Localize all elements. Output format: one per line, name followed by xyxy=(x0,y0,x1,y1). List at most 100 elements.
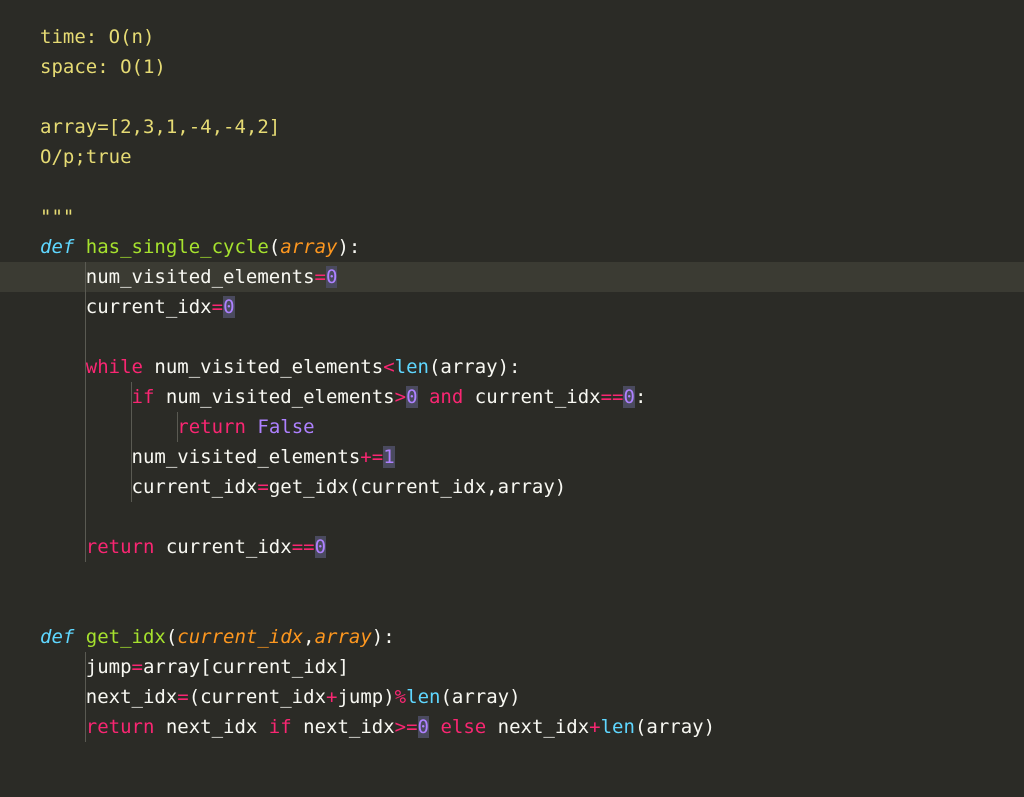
code-token: else xyxy=(440,716,486,738)
code-token: 0 xyxy=(326,266,337,288)
code-token: ): xyxy=(337,236,360,258)
code-token xyxy=(40,686,86,708)
code-token: = xyxy=(257,476,268,498)
code-line[interactable] xyxy=(40,82,1024,112)
code-token: current_idx xyxy=(132,476,258,498)
code-token: num_visited_elements xyxy=(154,386,394,408)
code-token: get_idx(current_idx,array) xyxy=(269,476,566,498)
indent-guide xyxy=(85,292,86,322)
code-line[interactable]: if num_visited_elements>0 and current_id… xyxy=(40,382,1024,412)
indent-guide xyxy=(85,472,86,502)
indent-guide xyxy=(177,412,178,442)
code-line[interactable]: time: O(n) xyxy=(40,22,1024,52)
code-token: jump) xyxy=(337,686,394,708)
code-line[interactable]: while num_visited_elements<len(array): xyxy=(40,352,1024,382)
indent-guide xyxy=(85,712,86,742)
indent-guide xyxy=(85,502,86,532)
indent-guide xyxy=(131,442,132,472)
code-token: jump xyxy=(86,656,132,678)
code-token: """ xyxy=(40,206,74,228)
code-token: next_idx xyxy=(86,686,178,708)
code-line[interactable]: def has_single_cycle(array): xyxy=(40,232,1024,262)
code-token: (current_idx xyxy=(189,686,326,708)
code-token: + xyxy=(589,716,600,738)
code-token: len xyxy=(406,686,440,708)
indent-guide xyxy=(131,472,132,502)
code-line[interactable] xyxy=(40,322,1024,352)
indent-guide xyxy=(85,412,86,442)
code-line[interactable]: current_idx=get_idx(current_idx,array) xyxy=(40,472,1024,502)
code-token: if xyxy=(269,716,292,738)
code-line[interactable] xyxy=(40,172,1024,202)
code-editor[interactable]: time: O(n) space: O(1) array=[2,3,1,-4,-4… xyxy=(0,0,1024,742)
code-line[interactable]: """ xyxy=(40,202,1024,232)
code-token: and xyxy=(429,386,463,408)
code-token: (array) xyxy=(440,686,520,708)
code-token: get_idx xyxy=(86,626,166,648)
code-token: = xyxy=(212,296,223,318)
code-token: False xyxy=(257,416,314,438)
code-token: 0 xyxy=(623,386,634,408)
indent-guide xyxy=(85,682,86,712)
code-line[interactable]: next_idx=(current_idx+jump)%len(array) xyxy=(40,682,1024,712)
code-line[interactable] xyxy=(40,502,1024,532)
code-line[interactable]: space: O(1) xyxy=(40,52,1024,82)
code-token: next_idx xyxy=(154,716,268,738)
code-line[interactable]: def get_idx(current_idx,array): xyxy=(40,622,1024,652)
code-token: < xyxy=(383,356,394,378)
code-line[interactable]: num_visited_elements=0 xyxy=(0,262,1024,292)
code-token: current_idx xyxy=(154,536,291,558)
code-line[interactable]: O/p;true xyxy=(40,142,1024,172)
code-line[interactable]: jump=array[current_idx] xyxy=(40,652,1024,682)
code-line[interactable] xyxy=(40,562,1024,592)
code-token: == xyxy=(292,536,315,558)
code-token: array xyxy=(280,236,337,258)
code-token xyxy=(429,716,440,738)
code-token: num_visited_elements xyxy=(86,266,315,288)
code-token: (array): xyxy=(429,356,521,378)
code-token: (array) xyxy=(635,716,715,738)
code-token: : xyxy=(635,386,646,408)
code-token: def xyxy=(40,236,86,258)
code-line[interactable]: return current_idx==0 xyxy=(40,532,1024,562)
code-token: 1 xyxy=(383,446,394,468)
indent-guide xyxy=(85,532,86,562)
code-token: 0 xyxy=(223,296,234,318)
code-token: += xyxy=(360,446,383,468)
code-token: 0 xyxy=(315,536,326,558)
code-token xyxy=(40,656,86,678)
code-line[interactable]: num_visited_elements+=1 xyxy=(40,442,1024,472)
code-token: = xyxy=(132,656,143,678)
indent-guide xyxy=(85,352,86,382)
code-token: has_single_cycle xyxy=(86,236,269,258)
code-token: O/p;true xyxy=(40,146,132,168)
code-line[interactable]: return next_idx if next_idx>=0 else next… xyxy=(40,712,1024,742)
code-token: return xyxy=(177,416,246,438)
code-token xyxy=(40,536,86,558)
indent-guide xyxy=(131,412,132,442)
code-line[interactable]: current_idx=0 xyxy=(40,292,1024,322)
code-token: == xyxy=(601,386,624,408)
code-token: time: O(n) xyxy=(40,26,154,48)
code-line[interactable]: return False xyxy=(40,412,1024,442)
indent-guide xyxy=(85,652,86,682)
code-token: next_idx xyxy=(486,716,589,738)
code-token xyxy=(246,416,257,438)
code-token: current_idx xyxy=(86,296,212,318)
code-token xyxy=(40,296,86,318)
code-token: array[current_idx] xyxy=(143,656,349,678)
code-token: len xyxy=(601,716,635,738)
code-token: ( xyxy=(166,626,177,648)
code-line[interactable]: array=[2,3,1,-4,-4,2] xyxy=(40,112,1024,142)
code-token: 0 xyxy=(406,386,417,408)
code-token: def xyxy=(40,626,86,648)
code-token: num_visited_elements xyxy=(143,356,383,378)
code-token: current_idx xyxy=(177,626,303,648)
code-token: return xyxy=(86,536,155,558)
code-token: = xyxy=(315,266,326,288)
code-token: , xyxy=(303,626,314,648)
code-token xyxy=(40,416,177,438)
code-token xyxy=(40,716,86,738)
code-token xyxy=(40,266,86,288)
code-line[interactable] xyxy=(40,592,1024,622)
